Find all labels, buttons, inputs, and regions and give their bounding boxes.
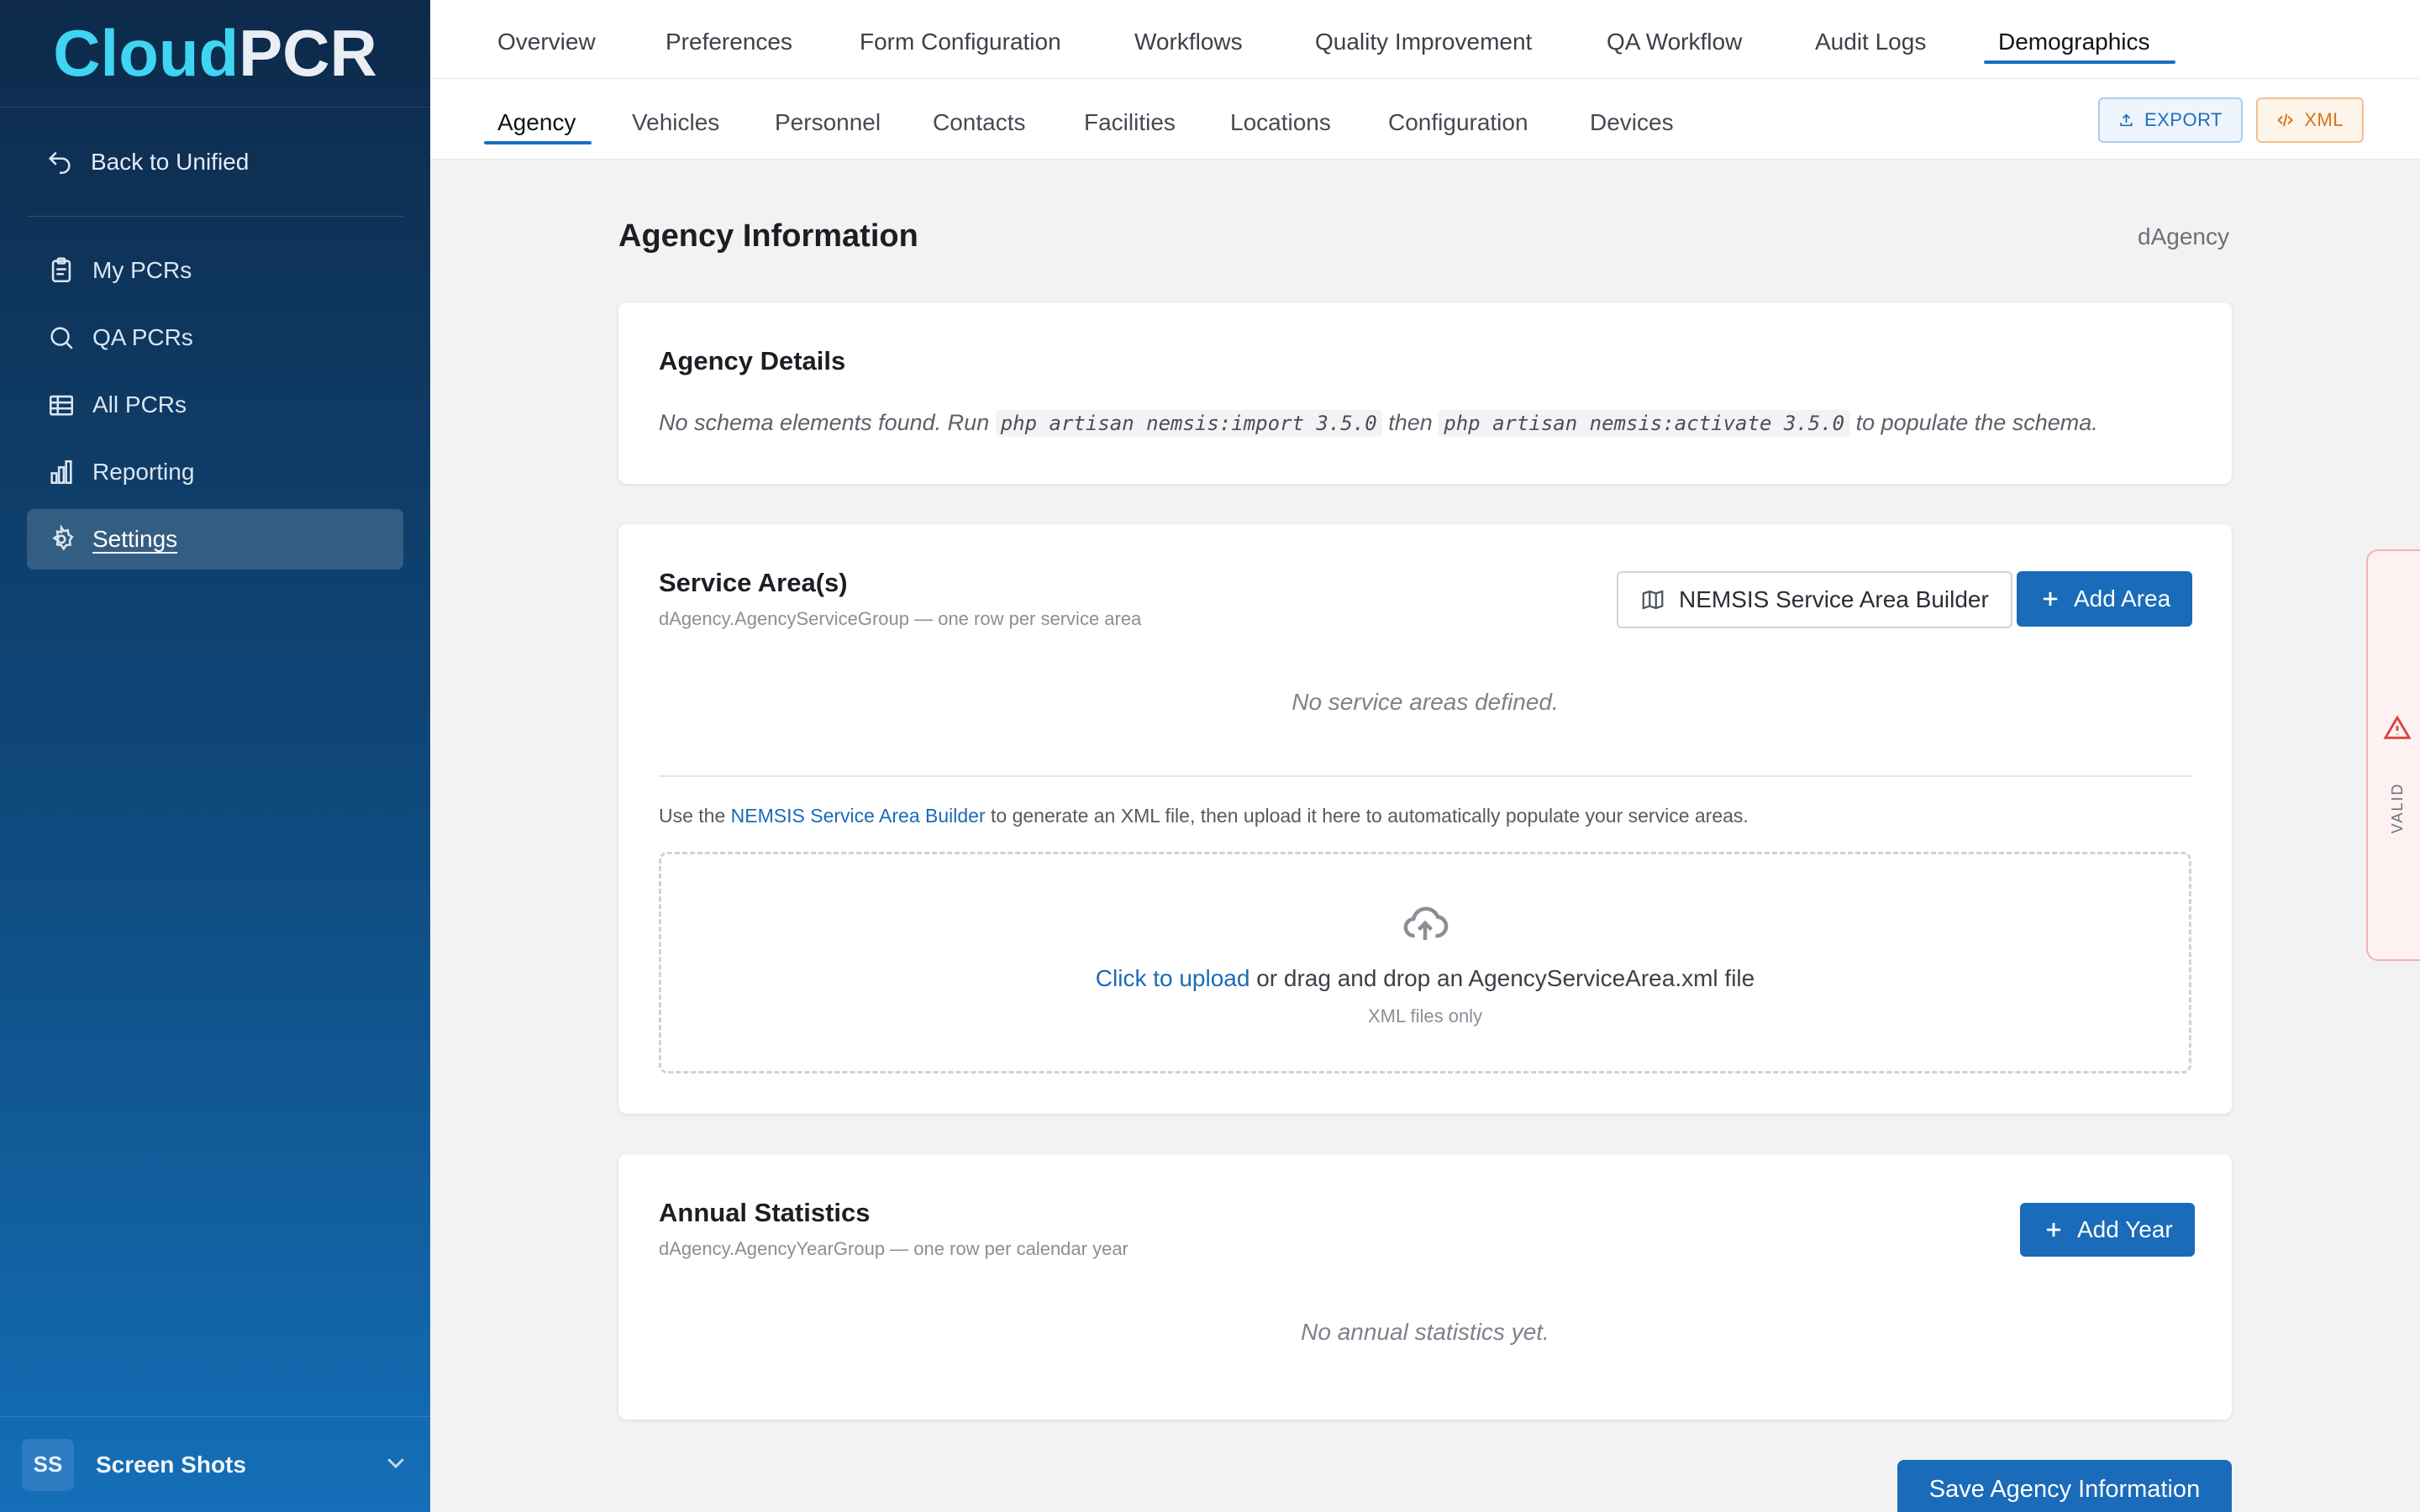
card-title: Agency Details [659,346,846,375]
message-text: to populate the schema. [1855,410,2098,435]
user-name: Screen Shots [96,1451,246,1478]
code-icon [2277,113,2293,127]
map-icon [1642,590,1664,610]
tab-quality-improvement[interactable]: Quality Improvement [1315,29,1532,55]
subtab-personnel[interactable]: Personnel [775,109,881,136]
service-area-builder-button[interactable]: NEMSIS Service Area Builder [1617,571,2012,628]
subtab-facilities[interactable]: Facilities [1084,109,1176,136]
sidebar-item-label: All PCRs [92,391,187,417]
upload-hint: XML files only [1367,1005,1483,1026]
service-area-builder-link[interactable]: NEMSIS Service Area Builder [731,805,986,827]
sidebar-item-qa-pcrs[interactable]: QA PCRs [27,307,403,368]
active-subtab-indicator [484,141,592,144]
page-title: Agency Information [618,218,918,254]
message-text: No schema elements found. Run [659,410,990,435]
tab-workflows[interactable]: Workflows [1134,29,1243,55]
back-to-unified-link[interactable]: Back to Unified [27,108,403,217]
section-tag: dAgency [2138,223,2229,249]
sidebar-item-settings[interactable]: Settings [27,509,403,570]
empty-state-message: No service areas defined. [1292,689,1559,715]
xml-upload-dropzone[interactable]: Click to upload or drag and drop an Agen… [659,852,2191,1074]
app-logo[interactable]: Cloud PCR [0,0,430,108]
card-title: Service Area(s) [659,568,848,597]
help-text-part: Use the [659,805,726,827]
import-command: php artisan nemsis:import 3.5.0 [995,410,1382,437]
table-icon [47,391,76,419]
sidebar-item-reporting[interactable]: Reporting [27,442,403,502]
search-icon [47,323,76,352]
clipboard-icon [47,256,76,285]
card-subtitle: dAgency.AgencyYearGroup — one row per ca… [659,1238,1128,1259]
bar-chart-icon [47,458,76,486]
sidebar: Cloud PCR Back to Unified My PCRs QA PCRs… [0,0,430,1512]
subtab-agency[interactable]: Agency [497,109,576,136]
subtab-contacts[interactable]: Contacts [933,109,1026,136]
add-year-button[interactable]: Add Year [2020,1203,2195,1257]
back-link-label: Back to Unified [91,148,250,175]
help-text-part: to generate an XML file, then upload it … [991,805,1749,827]
button-label: Add Year [2077,1216,2173,1242]
back-arrow-icon [45,148,74,176]
xml-button[interactable]: XML [2256,97,2364,143]
save-agency-button[interactable]: Save Agency Information [1897,1460,2232,1512]
divider [659,775,2191,777]
logo-text-cloud: Cloud [53,16,239,90]
upload-instructions: Click to upload or drag and drop an Agen… [661,965,2189,992]
service-areas-card: Service Area(s) dAgency.AgencyServiceGro… [618,524,2232,1114]
subtab-configuration[interactable]: Configuration [1388,109,1528,136]
subtab-vehicles[interactable]: Vehicles [632,109,719,136]
schema-missing-message: No schema elements found. Run php artisa… [659,410,2098,437]
sidebar-item-my-pcrs[interactable]: My PCRs [27,240,403,301]
sidebar-item-label: QA PCRs [92,324,193,350]
subtab-devices[interactable]: Devices [1590,109,1674,136]
avatar: SS [22,1438,74,1491]
sidebar-item-label: My PCRs [92,257,192,283]
cloud-upload-icon [1400,898,1450,953]
agency-details-card: Agency Details No schema elements found.… [618,302,2232,484]
settings-top-nav: Overview Preferences Form Configuration … [430,0,2420,79]
validation-label: VALID [2388,782,2406,834]
card-title: Annual Statistics [659,1198,871,1227]
empty-state-message: No annual statistics yet. [1301,1319,1549,1345]
tab-audit-logs[interactable]: Audit Logs [1815,29,1926,55]
chevron-down-icon[interactable] [383,1450,408,1479]
validation-side-tab[interactable]: VALID [2366,549,2420,961]
sidebar-nav: My PCRs QA PCRs All PCRs Reporting Setti… [0,217,430,570]
tab-demographics[interactable]: Demographics [1998,29,2150,55]
button-label: Add Area [2074,585,2171,612]
active-tab-indicator [1984,60,2175,64]
tab-overview[interactable]: Overview [497,29,596,55]
tab-form-configuration[interactable]: Form Configuration [860,29,1061,55]
message-text: then [1388,410,1433,435]
upload-icon [2120,113,2133,127]
subtab-locations[interactable]: Locations [1230,109,1331,136]
click-to-upload-link[interactable]: Click to upload [1096,965,1250,991]
plus-icon [2046,1222,2061,1237]
tab-preferences[interactable]: Preferences [666,29,792,55]
export-button-label: EXPORT [2144,109,2223,130]
activate-command: php artisan nemsis:activate 3.5.0 [1439,410,1850,437]
gear-icon [47,525,76,554]
sidebar-item-label: Settings [92,526,178,552]
warning-icon [2383,714,2412,747]
xml-button-label: XML [2304,109,2344,130]
sidebar-item-label: Reporting [92,459,195,485]
export-button[interactable]: EXPORT [2098,97,2243,143]
button-label: NEMSIS Service Area Builder [1679,586,1989,612]
user-menu[interactable]: SS Screen Shots [0,1416,430,1512]
tab-qa-workflow[interactable]: QA Workflow [1607,29,1742,55]
demographics-sub-nav: Agency Vehicles Personnel Contacts Facil… [430,79,2420,160]
add-area-button[interactable]: Add Area [2017,571,2193,627]
logo-text-pcr: PCR [239,16,377,90]
help-text: Use the NEMSIS Service Area Builder to g… [659,805,1749,827]
card-subtitle: dAgency.AgencyServiceGroup — one row per… [659,608,1142,629]
plus-icon [2043,591,2058,606]
annual-statistics-card: Annual Statistics dAgency.AgencyYearGrou… [618,1154,2232,1420]
sidebar-item-all-pcrs[interactable]: All PCRs [27,375,403,435]
upload-text: or drag and drop an AgencyServiceArea.xm… [1256,965,1755,991]
